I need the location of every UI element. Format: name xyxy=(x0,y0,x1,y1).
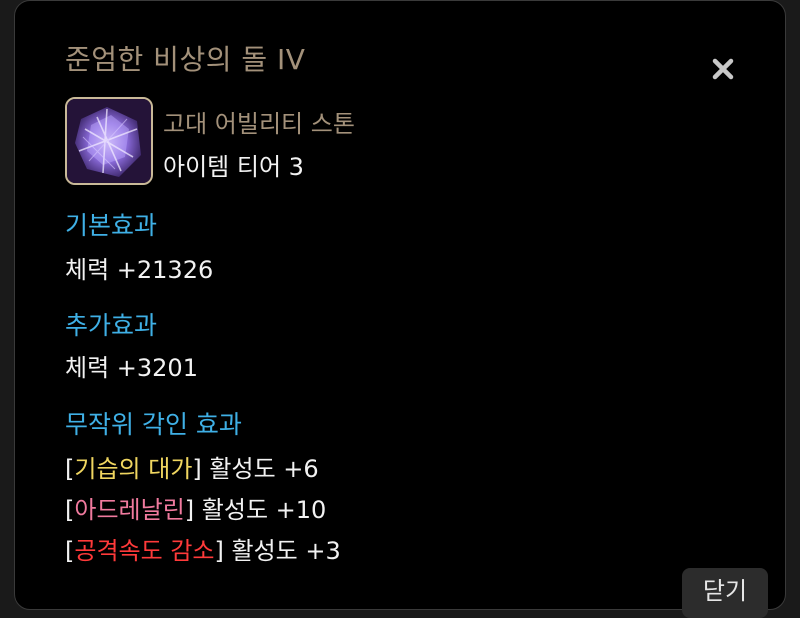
close-button[interactable]: 닫기 xyxy=(682,568,768,618)
ability-stone-icon xyxy=(65,97,153,185)
engraving-value: 활성도 +3 xyxy=(231,537,341,565)
bracket-close: ] xyxy=(184,496,195,524)
bracket-open: [ xyxy=(65,455,75,483)
engraving-name: 기습의 대가 xyxy=(74,455,193,483)
item-tooltip-dialog: 준엄한 비상의 돌 IV 고대 어빌리티 스톤 아이템 티어 3 기본효과 체력… xyxy=(14,0,786,618)
extra-effect-heading: 추가효과 xyxy=(65,311,158,340)
random-engraving-heading: 무작위 각인 효과 xyxy=(65,410,242,439)
engraving-name: 아드레날린 xyxy=(74,496,185,524)
engraving-value: 활성도 +10 xyxy=(201,496,327,524)
extra-effect-value: 체력 +3201 xyxy=(65,354,198,382)
bracket-open: [ xyxy=(65,537,75,565)
engraving-name: 공격속도 감소 xyxy=(74,537,215,565)
base-effect-heading: 기본효과 xyxy=(65,211,158,240)
close-icon[interactable] xyxy=(703,49,743,89)
bracket-open: [ xyxy=(65,496,75,524)
bracket-close: ] xyxy=(192,455,202,483)
engraving-row: [공격속도 감소] 활성도 +3 xyxy=(65,531,341,566)
base-effect-value: 체력 +21326 xyxy=(65,256,214,284)
bracket-close: ] xyxy=(214,537,224,565)
item-tier: 아이템 티어 3 xyxy=(163,153,304,181)
close-x-glyph xyxy=(712,58,734,80)
item-name: 준엄한 비상의 돌 IV xyxy=(65,43,306,76)
item-type: 고대 어빌리티 스톤 xyxy=(163,110,355,138)
engraving-row: [기습의 대가] 활성도 +6 xyxy=(65,449,319,484)
engraving-value: 활성도 +6 xyxy=(209,455,319,483)
engraving-row: [아드레날린] 활성도 +10 xyxy=(65,490,326,525)
